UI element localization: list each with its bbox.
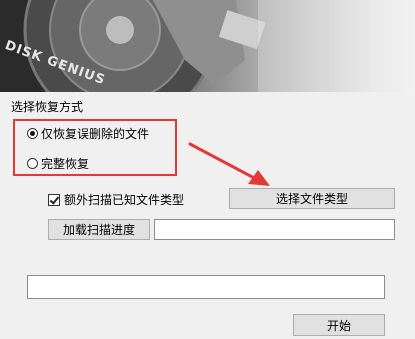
progress-path-input[interactable] — [154, 219, 395, 240]
extra-scan-label: 额外扫描已知文件类型 — [64, 193, 185, 207]
annotation-arrow — [188, 142, 270, 186]
radio-option-full-recovery-label: 完整恢复 — [41, 157, 90, 171]
output-input[interactable] — [27, 275, 385, 299]
radio-button-checked[interactable] — [27, 128, 38, 139]
recovery-mode-title: 选择恢复方式 — [11, 100, 84, 114]
hard-disk-illustration — [0, 0, 415, 92]
select-file-types-button[interactable]: 选择文件类型 — [229, 188, 395, 209]
radio-option-deleted-only-label: 仅恢复误删除的文件 — [41, 127, 150, 141]
extra-scan-checkbox[interactable] — [48, 193, 60, 206]
start-button[interactable]: 开始 — [293, 314, 385, 336]
header-banner: DISK GENIUS — [0, 0, 415, 92]
radio-button-unchecked[interactable] — [27, 158, 38, 169]
radio-option-full-recovery[interactable]: 完整恢复 — [27, 155, 89, 172]
extra-scan-checkbox-row[interactable]: 额外扫描已知文件类型 — [48, 191, 184, 208]
load-scan-progress-button[interactable]: 加载扫描进度 — [48, 219, 150, 240]
radio-option-deleted-only[interactable]: 仅恢复误删除的文件 — [27, 125, 149, 142]
